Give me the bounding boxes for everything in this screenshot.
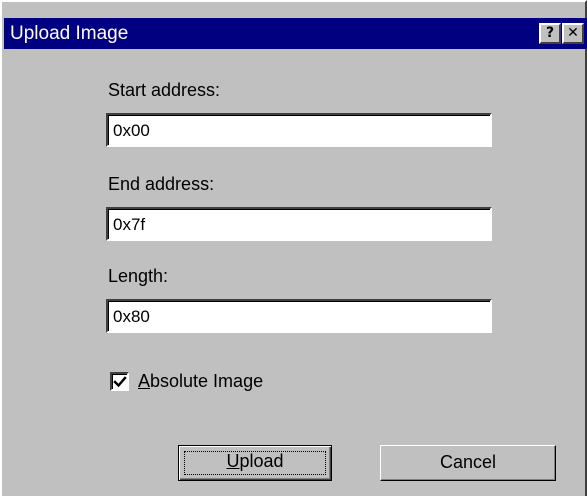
check-icon (113, 375, 127, 387)
absolute-image-checkbox[interactable] (110, 371, 129, 391)
start-address-label: Start address: (108, 80, 221, 100)
end-address-label: End address: (108, 174, 215, 194)
length-label: Length: (108, 266, 169, 286)
absolute-image-label-rest: bsolute Image (150, 370, 264, 391)
help-icon: ? (545, 25, 555, 41)
upload-button[interactable]: Upload (178, 445, 332, 481)
end-address-input[interactable]: 0x7f (106, 207, 492, 241)
cancel-button-label: Cancel (439, 452, 497, 472)
absolute-image-checkbox-row[interactable]: Absolute Image (110, 370, 263, 392)
upload-label-rest: pload (239, 451, 284, 471)
length-input[interactable]: 0x80 (106, 299, 492, 333)
upload-access-key: U (226, 451, 240, 471)
close-icon: ✕ (567, 25, 579, 41)
window-title: Upload Image (10, 23, 129, 44)
upload-button-label: Upload (226, 451, 283, 471)
close-button[interactable]: ✕ (562, 23, 584, 44)
upload-image-dialog: Upload Image ? ✕ Start address: 0x00 End… (0, 0, 587, 496)
absolute-image-access-key: A (138, 370, 151, 391)
cancel-button[interactable]: Cancel (380, 445, 556, 481)
start-address-input[interactable]: 0x00 (106, 113, 492, 147)
absolute-image-label: Absolute Image (138, 371, 263, 392)
help-button[interactable]: ? (539, 23, 561, 44)
title-bar[interactable]: Upload Image ? ✕ (4, 18, 587, 49)
